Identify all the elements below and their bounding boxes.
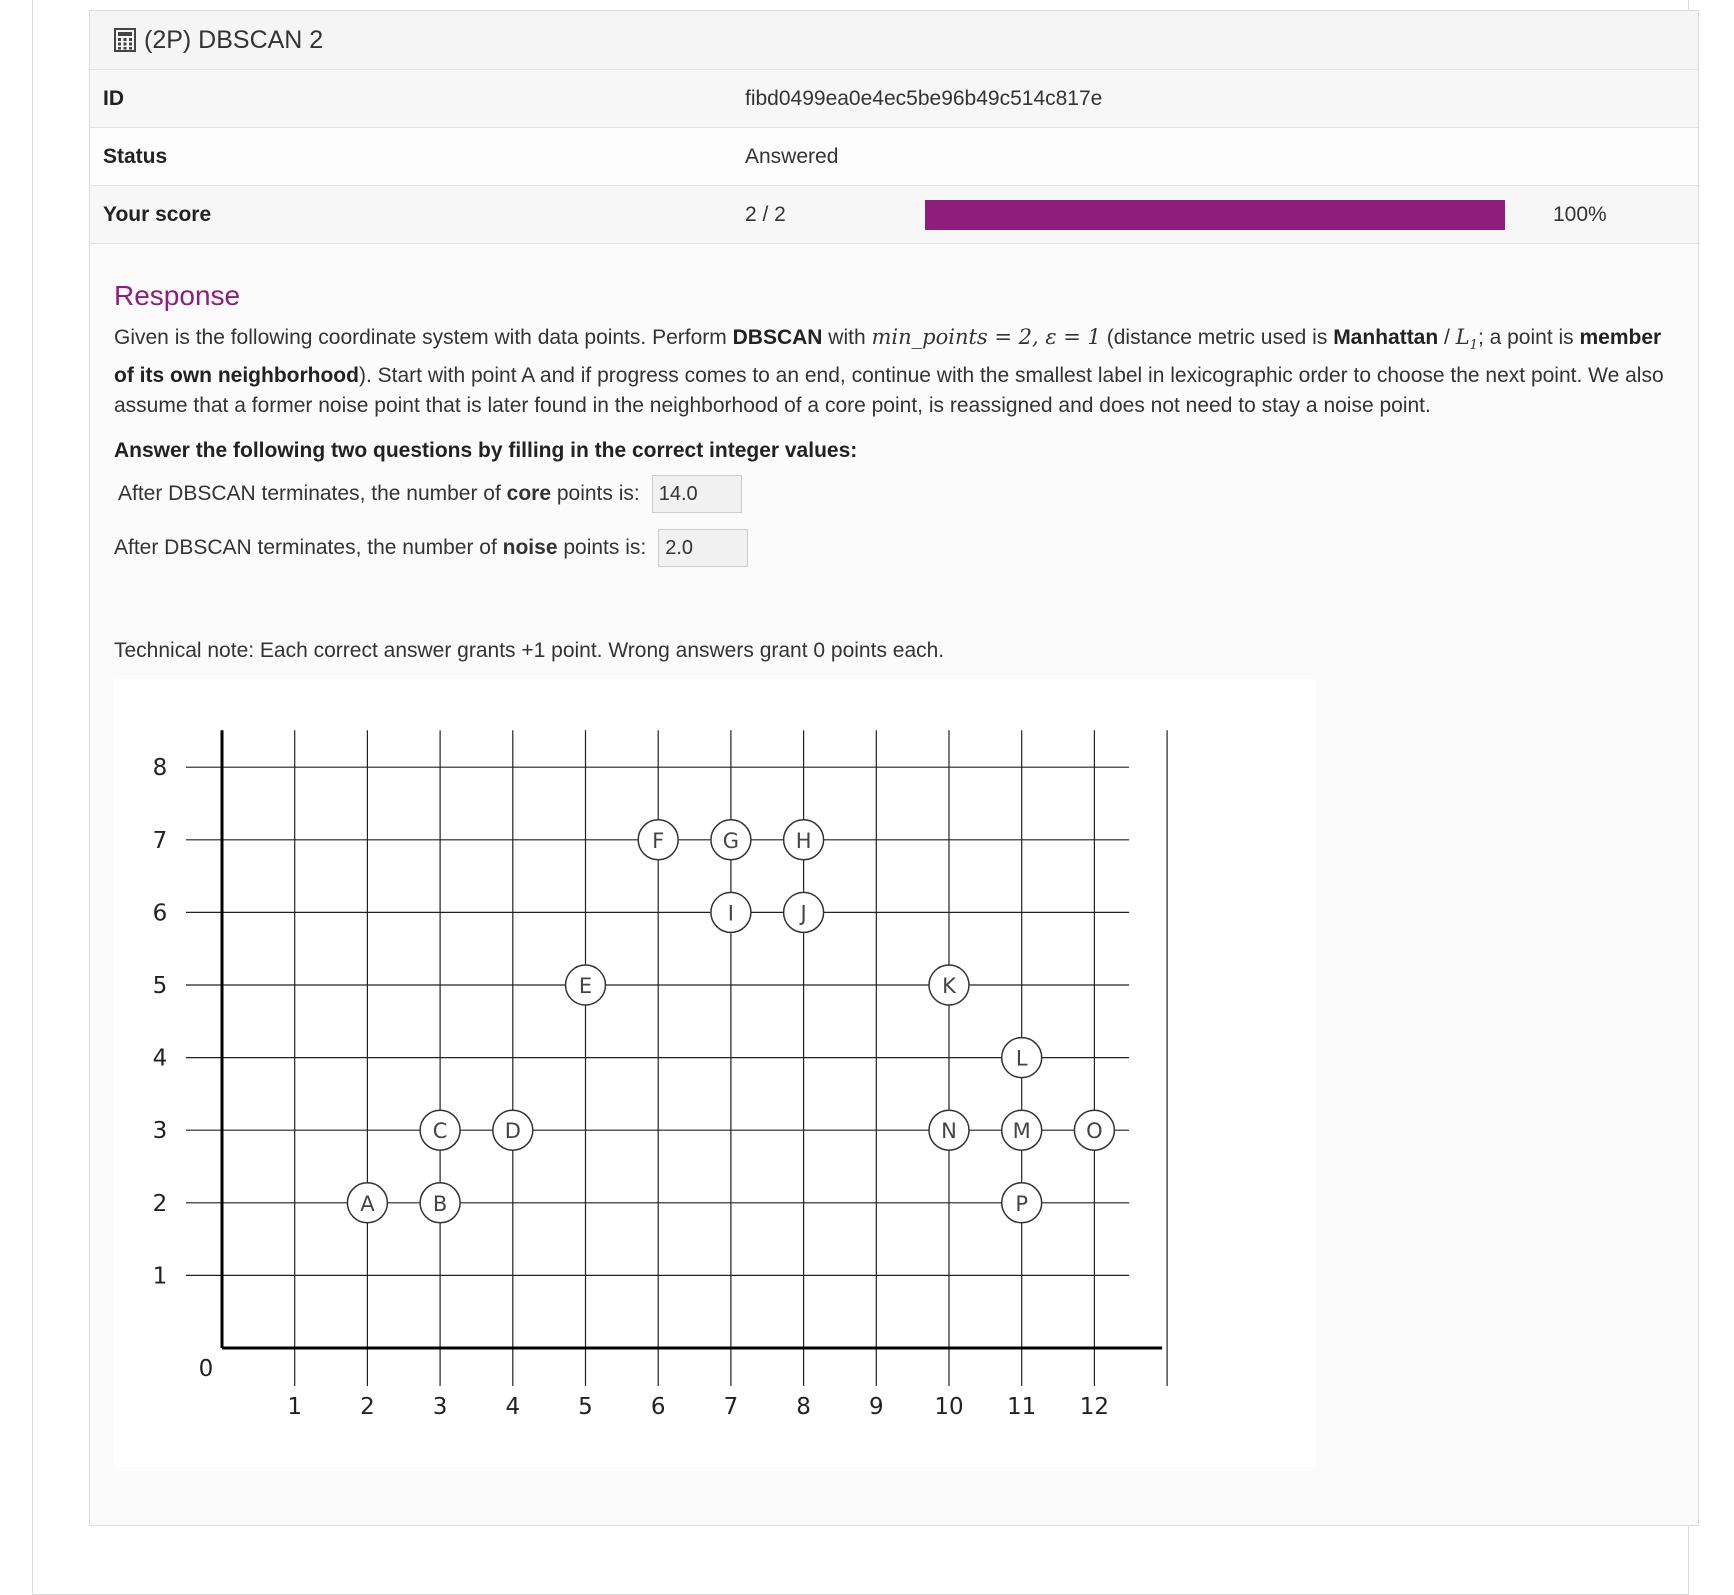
point-label-L: L: [1016, 1047, 1028, 1071]
y-tick-label: 5: [153, 973, 168, 999]
point-label-J: J: [798, 902, 806, 926]
instruction-text: Answer the following two questions by fi…: [114, 439, 858, 463]
y-tick-label: 8: [153, 755, 168, 781]
point-label-D: D: [505, 1119, 521, 1143]
x-tick-label: 2: [360, 1394, 375, 1420]
score-progress-bar: [925, 199, 1505, 230]
x-tick-label: 11: [1007, 1394, 1036, 1420]
y-tick-label: 7: [153, 828, 168, 854]
page-container: (2P) DBSCAN 2 ID fibd0499ea0e4ec5be96b49…: [32, 0, 1699, 1595]
response-section: Response Given is the following coordina…: [90, 280, 1698, 1468]
x-tick-label: 12: [1080, 1394, 1109, 1420]
score-progress-fill: [925, 199, 1505, 230]
x-tick-label: 9: [869, 1394, 884, 1420]
point-label-K: K: [942, 974, 957, 998]
score-value: 2 / 2: [745, 202, 786, 226]
x-tick-label: 10: [934, 1394, 963, 1420]
status-row: Status Answered: [90, 127, 1698, 186]
noise-answer-row: After DBSCAN terminates, the number of n…: [114, 529, 1674, 568]
card-header: (2P) DBSCAN 2: [90, 11, 1698, 70]
x-tick-label: 5: [578, 1394, 593, 1420]
point-label-E: E: [579, 974, 592, 998]
coordinate-plot-svg: 123456781 2 3 4 5 6 7 8 9 10 11 120A BC DEF G HI JKLMN OP: [153, 730, 1168, 1420]
core-points-input[interactable]: [651, 475, 742, 514]
point-label-I: I: [728, 902, 734, 926]
origin-label: 0: [199, 1356, 214, 1382]
point-label-P: P: [1015, 1192, 1028, 1216]
point-label-C: C: [433, 1119, 448, 1143]
question-card: (2P) DBSCAN 2 ID fibd0499ea0e4ec5be96b49…: [89, 10, 1699, 1526]
x-tick-label: 7: [724, 1394, 739, 1420]
coordinate-plot: 1 2 3 4 5 6 7 8 1 2 3 4 5 6 7 8 9 10 11 12 0 A B C D E F G H I J K L M N O P: [114, 679, 1316, 1468]
x-tick-label: 3: [433, 1394, 448, 1420]
card-title: (2P) DBSCAN 2: [144, 25, 324, 54]
info-table: ID fibd0499ea0e4ec5be96b49c514c817e Stat…: [90, 70, 1698, 244]
y-tick-label: 4: [153, 1046, 168, 1072]
core-answer-row: After DBSCAN terminates, the number of c…: [118, 475, 1674, 514]
id-row: ID fibd0499ea0e4ec5be96b49c514c817e: [90, 70, 1698, 128]
point-label-B: B: [433, 1192, 447, 1216]
noise-points-input[interactable]: [658, 529, 749, 568]
x-tick-label: 8: [796, 1394, 811, 1420]
y-tick-label: 1: [153, 1264, 168, 1290]
point-label-N: N: [941, 1119, 957, 1143]
x-tick-label: 4: [505, 1394, 520, 1420]
score-percent: 100%: [1553, 202, 1607, 226]
y-tick-label: 2: [153, 1191, 168, 1217]
point-label-H: H: [796, 829, 812, 853]
param-formula: min_points = 2, ε = 1: [871, 325, 1101, 349]
id-label: ID: [90, 70, 744, 128]
question-text: Given is the following coordinate system…: [114, 325, 1664, 418]
x-tick-label: 6: [651, 1394, 666, 1420]
id-value: fibd0499ea0e4ec5be96b49c514c817e: [744, 70, 1698, 128]
technical-note: Technical note: Each correct answer gran…: [114, 639, 945, 663]
score-row: Your score 2 / 2 100%: [90, 185, 1698, 244]
response-heading: Response: [114, 280, 241, 311]
calculator-icon: [114, 28, 136, 52]
x-tick-label: 1: [287, 1394, 302, 1420]
score-label: Your score: [90, 185, 744, 244]
point-label-A: A: [360, 1192, 375, 1216]
status-value: Answered: [744, 127, 1698, 186]
point-label-O: O: [1086, 1119, 1103, 1143]
status-label: Status: [90, 127, 744, 186]
y-tick-label: 3: [153, 1118, 168, 1144]
point-label-F: F: [652, 829, 664, 853]
y-tick-label: 6: [153, 901, 168, 927]
point-label-M: M: [1013, 1119, 1031, 1143]
point-label-G: G: [723, 829, 739, 853]
